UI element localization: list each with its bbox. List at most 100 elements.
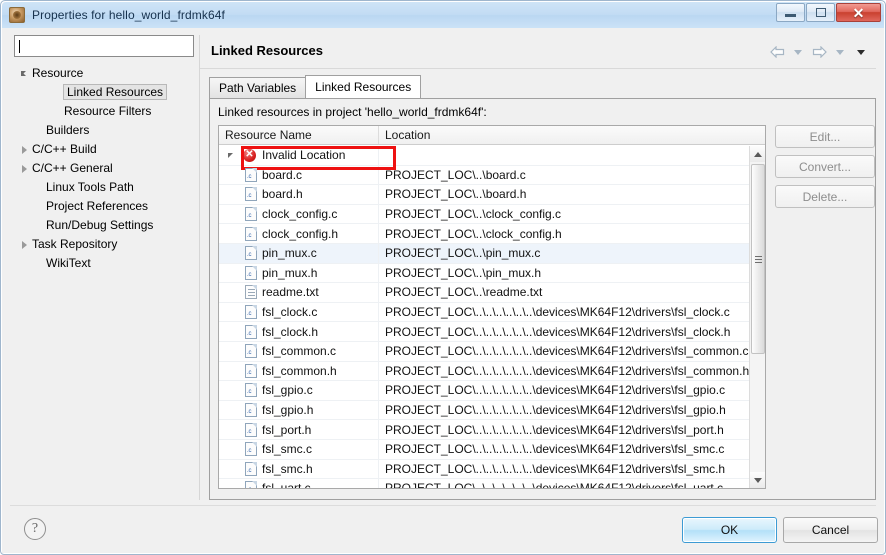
table-row[interactable]: .c fsl_uart.c PROJECT_LOC\..\..\..\..\..\.…	[219, 479, 765, 488]
sidebar-item-linux-tools-path[interactable]: Linux Tools Path	[14, 177, 194, 196]
location-cell: PROJECT_LOC\..\pin_mux.h	[385, 265, 542, 280]
resource-name-cell: .c pin_mux.h	[219, 263, 379, 283]
location-cell: PROJECT_LOC\..\clock_config.h	[385, 226, 562, 241]
maximize-button[interactable]	[806, 3, 835, 22]
c-file-icon: .c	[245, 207, 257, 222]
sidebar-item-resource-filters[interactable]: Resource Filters	[14, 101, 194, 120]
expand-triangle-icon[interactable]	[18, 237, 32, 251]
table-row[interactable]: .c clock_config.h PROJECT_LOC\..\clock_con…	[219, 224, 765, 244]
column-header-location[interactable]: Location	[379, 126, 765, 144]
table-vertical-scrollbar[interactable]	[749, 146, 765, 488]
sidebar-item-c-c-build[interactable]: C/C++ Build	[14, 139, 194, 158]
resource-name-cell: .c fsl_smc.h	[219, 459, 379, 479]
c-file-icon: .c	[245, 246, 257, 261]
tab-bar: Path Variables Linked Resources	[209, 75, 876, 98]
dialog-body: Resource Linked Resources Resource Filters…	[2, 28, 884, 553]
table-row[interactable]: .c fsl_port.h PROJECT_LOC\..\..\..\..\..\.…	[219, 420, 765, 440]
location-cell: PROJECT_LOC\..\clock_config.c	[385, 207, 562, 222]
sidebar-item-builders[interactable]: Builders	[14, 120, 194, 139]
c-file-icon: .c	[245, 403, 257, 418]
resource-name-cell: .c fsl_gpio.h	[219, 400, 379, 420]
help-button[interactable]: ?	[24, 518, 46, 540]
c-file-tag: .c	[247, 369, 252, 376]
sidebar-item-run-debug-settings[interactable]: Run/Debug Settings	[14, 215, 194, 234]
table-row[interactable]: .c fsl_smc.c PROJECT_LOC\..\..\..\..\..\..…	[219, 439, 765, 460]
sidebar-item-label: Project References	[46, 198, 149, 213]
sidebar-item-linked-resources[interactable]: Linked Resources	[14, 82, 194, 101]
column-header-resource-name[interactable]: Resource Name	[219, 126, 379, 144]
table-row[interactable]: .c fsl_smc.h PROJECT_LOC\..\..\..\..\..\..…	[219, 459, 765, 480]
tab-path-variables[interactable]: Path Variables	[209, 77, 307, 98]
group-location-cell	[379, 146, 765, 165]
resource-name-label: clock_config.c	[262, 207, 338, 222]
resource-name-cell: .c fsl_clock.c	[219, 302, 379, 322]
table-row[interactable]: .c fsl_clock.c PROJECT_LOC\..\..\..\..\..\…	[219, 302, 765, 323]
linked-resources-table: Resource Name Location ✕ Invalid Location…	[218, 125, 766, 489]
text-caret	[19, 39, 20, 53]
back-arrow-icon[interactable]	[768, 44, 786, 60]
title-bar: Properties for hello_world_frdmk64f ✕	[2, 2, 884, 28]
tab-linked-resources[interactable]: Linked Resources	[305, 75, 422, 98]
sidebar-item-resource[interactable]: Resource	[14, 63, 194, 82]
minimize-button[interactable]	[776, 3, 805, 22]
page-nav-controls	[768, 44, 870, 60]
resource-name-label: fsl_clock.c	[262, 305, 318, 320]
window-controls: ✕	[775, 3, 881, 22]
sidebar-item-project-references[interactable]: Project References	[14, 196, 194, 215]
table-row[interactable]: readme.txt PROJECT_LOC\..\readme.txt	[219, 283, 765, 303]
resource-name-label: fsl_common.c	[262, 344, 337, 359]
c-file-tag: .c	[247, 487, 251, 488]
resource-name-label: fsl_common.h	[262, 363, 337, 378]
c-file-icon: .c	[245, 461, 257, 476]
table-row[interactable]: .c fsl_gpio.h PROJECT_LOC\..\..\..\..\..\.…	[219, 400, 765, 421]
chevron-up-icon	[754, 151, 762, 157]
c-file-tag: .c	[247, 193, 252, 200]
resource-name-cell: .c fsl_port.h	[219, 420, 379, 439]
expand-triangle-icon[interactable]	[18, 161, 32, 175]
back-history-dropdown[interactable]	[789, 44, 807, 60]
close-button[interactable]: ✕	[836, 3, 881, 22]
scrollbar-thumb[interactable]	[751, 164, 765, 354]
page-overflow-menu[interactable]	[852, 44, 870, 60]
scroll-down-button[interactable]	[750, 472, 765, 488]
table-row[interactable]: .c fsl_common.h PROJECT_LOC\..\..\..\..\..…	[219, 361, 765, 382]
forward-arrow-icon[interactable]	[810, 44, 828, 60]
resource-name-label: fsl_clock.h	[262, 324, 319, 339]
resource-name-label: board.c	[262, 167, 303, 182]
table-row[interactable]: .c fsl_gpio.c PROJECT_LOC\..\..\..\..\..\.…	[219, 381, 765, 401]
ok-button[interactable]: OK	[682, 517, 777, 543]
c-file-icon: .c	[245, 442, 257, 457]
table-row[interactable]: .c fsl_clock.h PROJECT_LOC\..\..\..\..\..\…	[219, 322, 765, 342]
table-row[interactable]: .c fsl_common.c PROJECT_LOC\..\..\..\..\..…	[219, 341, 765, 362]
collapse-triangle-icon[interactable]	[18, 66, 32, 80]
c-file-icon: .c	[245, 305, 257, 320]
table-row[interactable]: .c board.c PROJECT_LOC\..\board.c	[219, 165, 765, 186]
sidebar-item-task-repository[interactable]: Task Repository	[14, 234, 194, 253]
scroll-up-button[interactable]	[750, 146, 765, 162]
forward-history-dropdown[interactable]	[831, 44, 849, 60]
pane-description: Linked resources in project 'hello_world…	[218, 105, 487, 119]
table-row[interactable]: .c board.h PROJECT_LOC\..\board.h	[219, 185, 765, 205]
settings-nav-column: Resource Linked Resources Resource Filters…	[14, 35, 194, 497]
sidebar-item-label: Builders	[46, 122, 90, 137]
resource-name-cell: .c fsl_smc.c	[219, 439, 379, 459]
location-cell: PROJECT_LOC\..\readme.txt	[385, 285, 543, 300]
table-row[interactable]: .c pin_mux.c PROJECT_LOC\..\pin_mux.c	[219, 243, 765, 264]
cancel-button[interactable]: Cancel	[783, 517, 878, 543]
table-row[interactable]: .c pin_mux.h PROJECT_LOC\..\pin_mux.h	[219, 263, 765, 284]
sidebar-item-wikitext[interactable]: WikiText	[14, 253, 194, 272]
filter-input[interactable]	[14, 35, 194, 57]
table-group-row[interactable]: ✕ Invalid Location	[219, 146, 765, 170]
header-divider	[200, 68, 876, 69]
location-cell: PROJECT_LOC\..\..\..\..\..\..\devices\MK…	[385, 344, 749, 359]
sidebar-item-c-c-general[interactable]: C/C++ General	[14, 158, 194, 177]
sidebar-item-label: Linked Resources	[63, 83, 168, 100]
close-icon: ✕	[852, 4, 865, 21]
expand-triangle-icon[interactable]	[18, 142, 32, 156]
c-file-tag: .c	[247, 448, 252, 455]
collapse-triangle-icon[interactable]	[225, 148, 239, 162]
table-row[interactable]: .c clock_config.c PROJECT_LOC\..\clock_con…	[219, 204, 765, 225]
c-file-icon: .c	[245, 167, 257, 182]
